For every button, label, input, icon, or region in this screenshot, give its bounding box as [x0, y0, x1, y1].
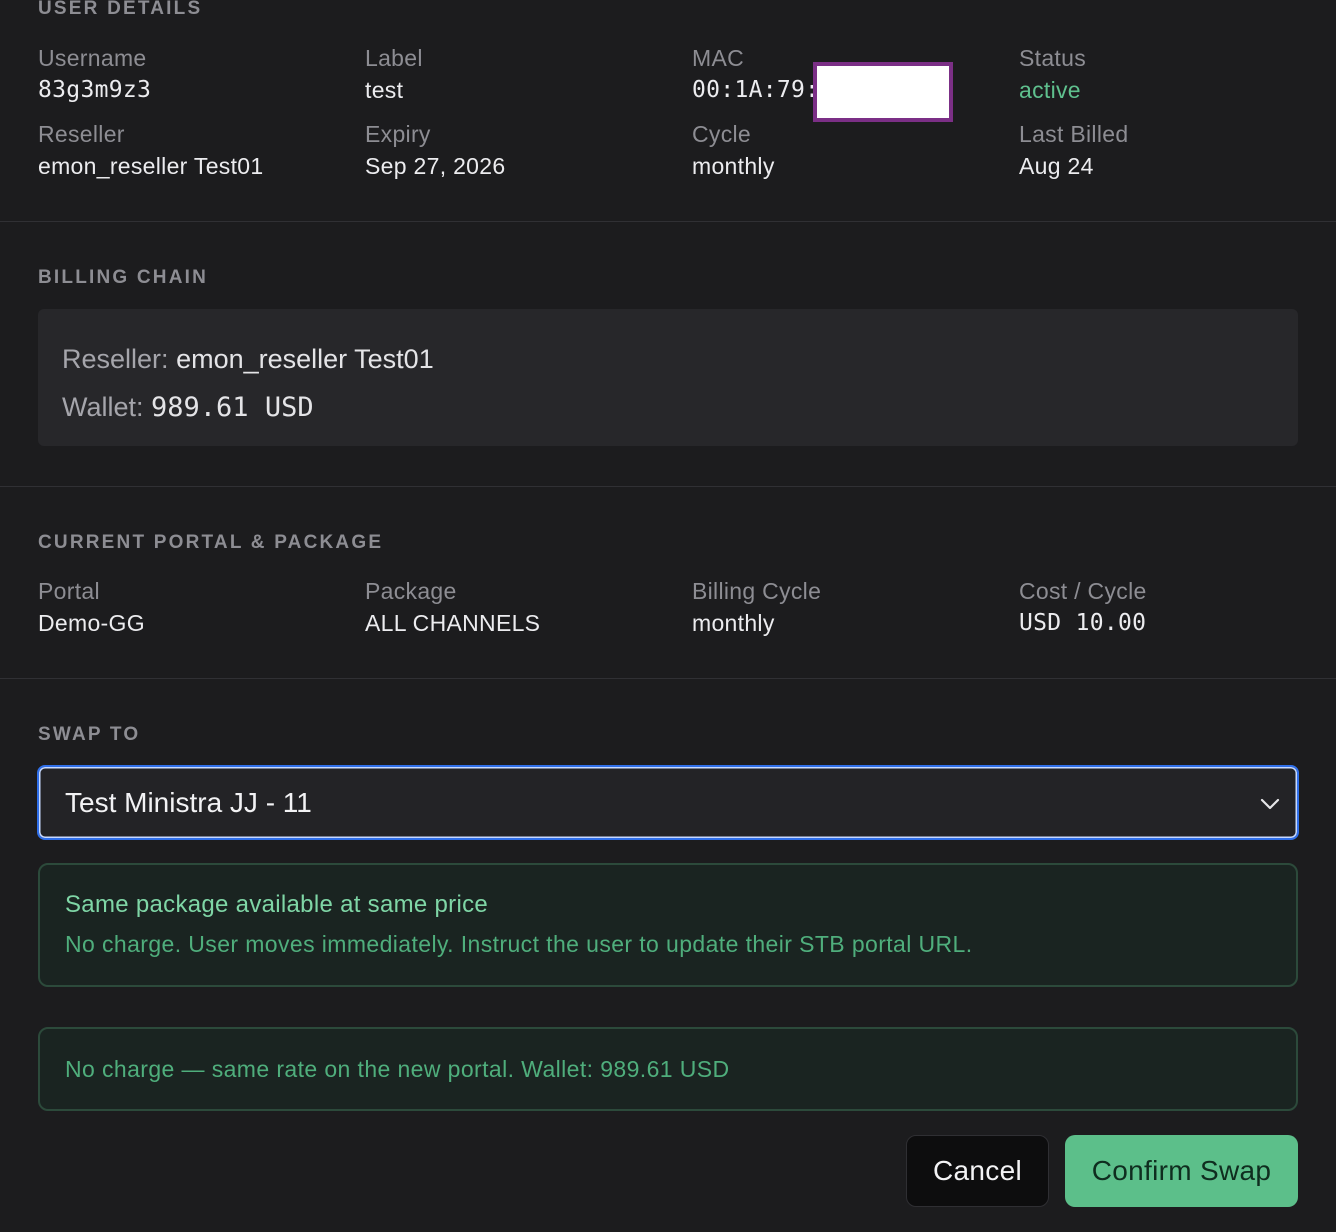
mac-field: MAC 00:1A:79: [692, 44, 819, 104]
divider [0, 486, 1336, 487]
label-value: test [365, 77, 404, 103]
package-field: Package ALL CHANNELS [365, 577, 540, 637]
billing-chain-box: Reseller: emon_reseller Test01 Wallet: 9… [38, 309, 1298, 446]
cancel-button[interactable]: Cancel [906, 1135, 1049, 1207]
notice-detail: No charge. User moves immediately. Instr… [65, 931, 973, 957]
portal-field: Portal Demo-GG [38, 577, 145, 637]
swap-portal-dialog: USER DETAILS Username 83g3m9z3 Label tes… [0, 0, 1336, 1232]
username-value: 83g3m9z3 [38, 77, 152, 103]
divider [0, 221, 1336, 222]
chain-reseller-key: Reseller: [62, 344, 169, 374]
portal-label: Portal [38, 578, 100, 604]
billing-cycle-label: Billing Cycle [692, 578, 822, 604]
cycle-label: Cycle [692, 121, 752, 147]
expiry-label: Expiry [365, 121, 431, 147]
billing-cycle-value: monthly [692, 610, 775, 636]
reseller-label: Reseller [38, 121, 125, 147]
divider [0, 678, 1336, 679]
chain-wallet-value: 989.61 USD [151, 392, 314, 423]
user-details-title: USER DETAILS [38, 0, 203, 19]
swap-to-select[interactable]: Test Ministra JJ - 11 [37, 765, 1299, 840]
confirm-swap-button[interactable]: Confirm Swap [1065, 1135, 1298, 1207]
same-package-notice: Same package available at same price No … [38, 863, 1298, 987]
mac-redaction-box [813, 62, 953, 122]
expiry-field: Expiry Sep 27, 2026 [365, 120, 505, 180]
chevron-down-icon [1260, 798, 1280, 810]
label-field: Label test [365, 44, 423, 104]
last-billed-value: Aug 24 [1019, 153, 1094, 179]
chain-reseller-line: Reseller: emon_reseller Test01 [62, 335, 1274, 383]
expiry-value: Sep 27, 2026 [365, 153, 506, 179]
notice-title: Same package available at same price [65, 891, 489, 918]
cycle-field: Cycle monthly [692, 120, 775, 180]
package-value: ALL CHANNELS [365, 610, 541, 636]
charge-summary: No charge — same rate on the new portal.… [38, 1027, 1298, 1111]
mac-value: 00:1A:79: [692, 77, 820, 103]
cost-label: Cost / Cycle [1019, 578, 1147, 604]
package-label: Package [365, 578, 457, 604]
status-field: Status active [1019, 44, 1086, 104]
username-field: Username 83g3m9z3 [38, 44, 151, 104]
billing-chain-title: BILLING CHAIN [38, 267, 209, 288]
chain-wallet-key: Wallet: [62, 392, 144, 422]
last-billed-label: Last Billed [1019, 121, 1129, 147]
cycle-value: monthly [692, 153, 775, 179]
charge-summary-text: No charge — same rate on the new portal.… [65, 1055, 730, 1082]
portal-value: Demo-GG [38, 610, 145, 636]
last-billed-field: Last Billed Aug 24 [1019, 120, 1128, 180]
swap-to-selected-value: Test Ministra JJ - 11 [65, 786, 312, 818]
billing-cycle-field: Billing Cycle monthly [692, 577, 821, 637]
label-label: Label [365, 45, 423, 71]
status-value: active [1019, 77, 1081, 103]
cost-value: USD 10.00 [1019, 610, 1147, 636]
reseller-field: Reseller emon_reseller Test01 [38, 120, 263, 180]
mac-label: MAC [692, 45, 745, 71]
reseller-value: emon_reseller Test01 [38, 153, 264, 179]
cost-field: Cost / Cycle USD 10.00 [1019, 577, 1147, 637]
current-portal-title: CURRENT PORTAL & PACKAGE [38, 532, 384, 553]
chain-wallet-line: Wallet: 989.61 USD [62, 383, 1274, 432]
swap-to-title: SWAP TO [38, 724, 141, 745]
username-label: Username [38, 45, 147, 71]
status-label: Status [1019, 45, 1087, 71]
chain-reseller-value: emon_reseller Test01 [176, 344, 434, 374]
